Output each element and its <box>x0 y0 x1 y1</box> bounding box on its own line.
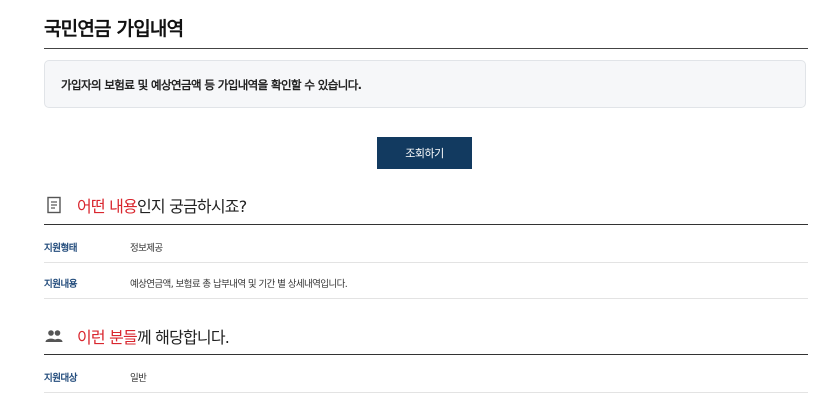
section-title-highlight: 어떤 내용 <box>77 197 138 216</box>
title-divider <box>44 48 808 49</box>
row-label: 지원대상 <box>44 373 77 384</box>
section-header-what: 어떤 내용인지 궁금하시죠? <box>44 191 808 219</box>
section-title-highlight: 이런 분들 <box>77 328 138 347</box>
row-label: 지원내용 <box>44 279 77 290</box>
notice-text: 가입자의 보험료 및 예상연금액 등 가입내역을 확인할 수 있습니다. <box>61 78 362 92</box>
section-title-rest: 께 해당합니다. <box>136 328 230 347</box>
section-title-rest: 인지 궁금하시죠? <box>136 197 247 216</box>
query-button[interactable]: 조회하기 <box>377 137 472 169</box>
row-value: 예상연금액, 보험료 총 납부내역 및 기간 별 상세내역입니다. <box>130 279 348 290</box>
section-title-what: 어떤 내용인지 궁금하시죠? <box>77 193 247 217</box>
section-divider <box>44 224 808 225</box>
info-row-target: 지원대상 일반 <box>44 357 808 393</box>
row-value: 정보제공 <box>130 243 163 254</box>
section-divider <box>44 354 808 355</box>
section-header-who: 이런 분들께 해당합니다. <box>44 322 808 350</box>
people-icon <box>44 326 64 346</box>
page-title: 국민연금 가입내역 <box>44 18 184 40</box>
info-row-support-type: 지원형태 정보제공 <box>44 227 808 263</box>
notice-box: 가입자의 보험료 및 예상연금액 등 가입내역을 확인할 수 있습니다. <box>44 60 806 108</box>
info-row-support-content: 지원내용 예상연금액, 보험료 총 납부내역 및 기간 별 상세내역입니다. <box>44 263 808 299</box>
row-value: 일반 <box>130 373 147 384</box>
row-label: 지원형태 <box>44 243 77 254</box>
section-title-who: 이런 분들께 해당합니다. <box>77 324 230 348</box>
document-icon <box>44 195 64 215</box>
